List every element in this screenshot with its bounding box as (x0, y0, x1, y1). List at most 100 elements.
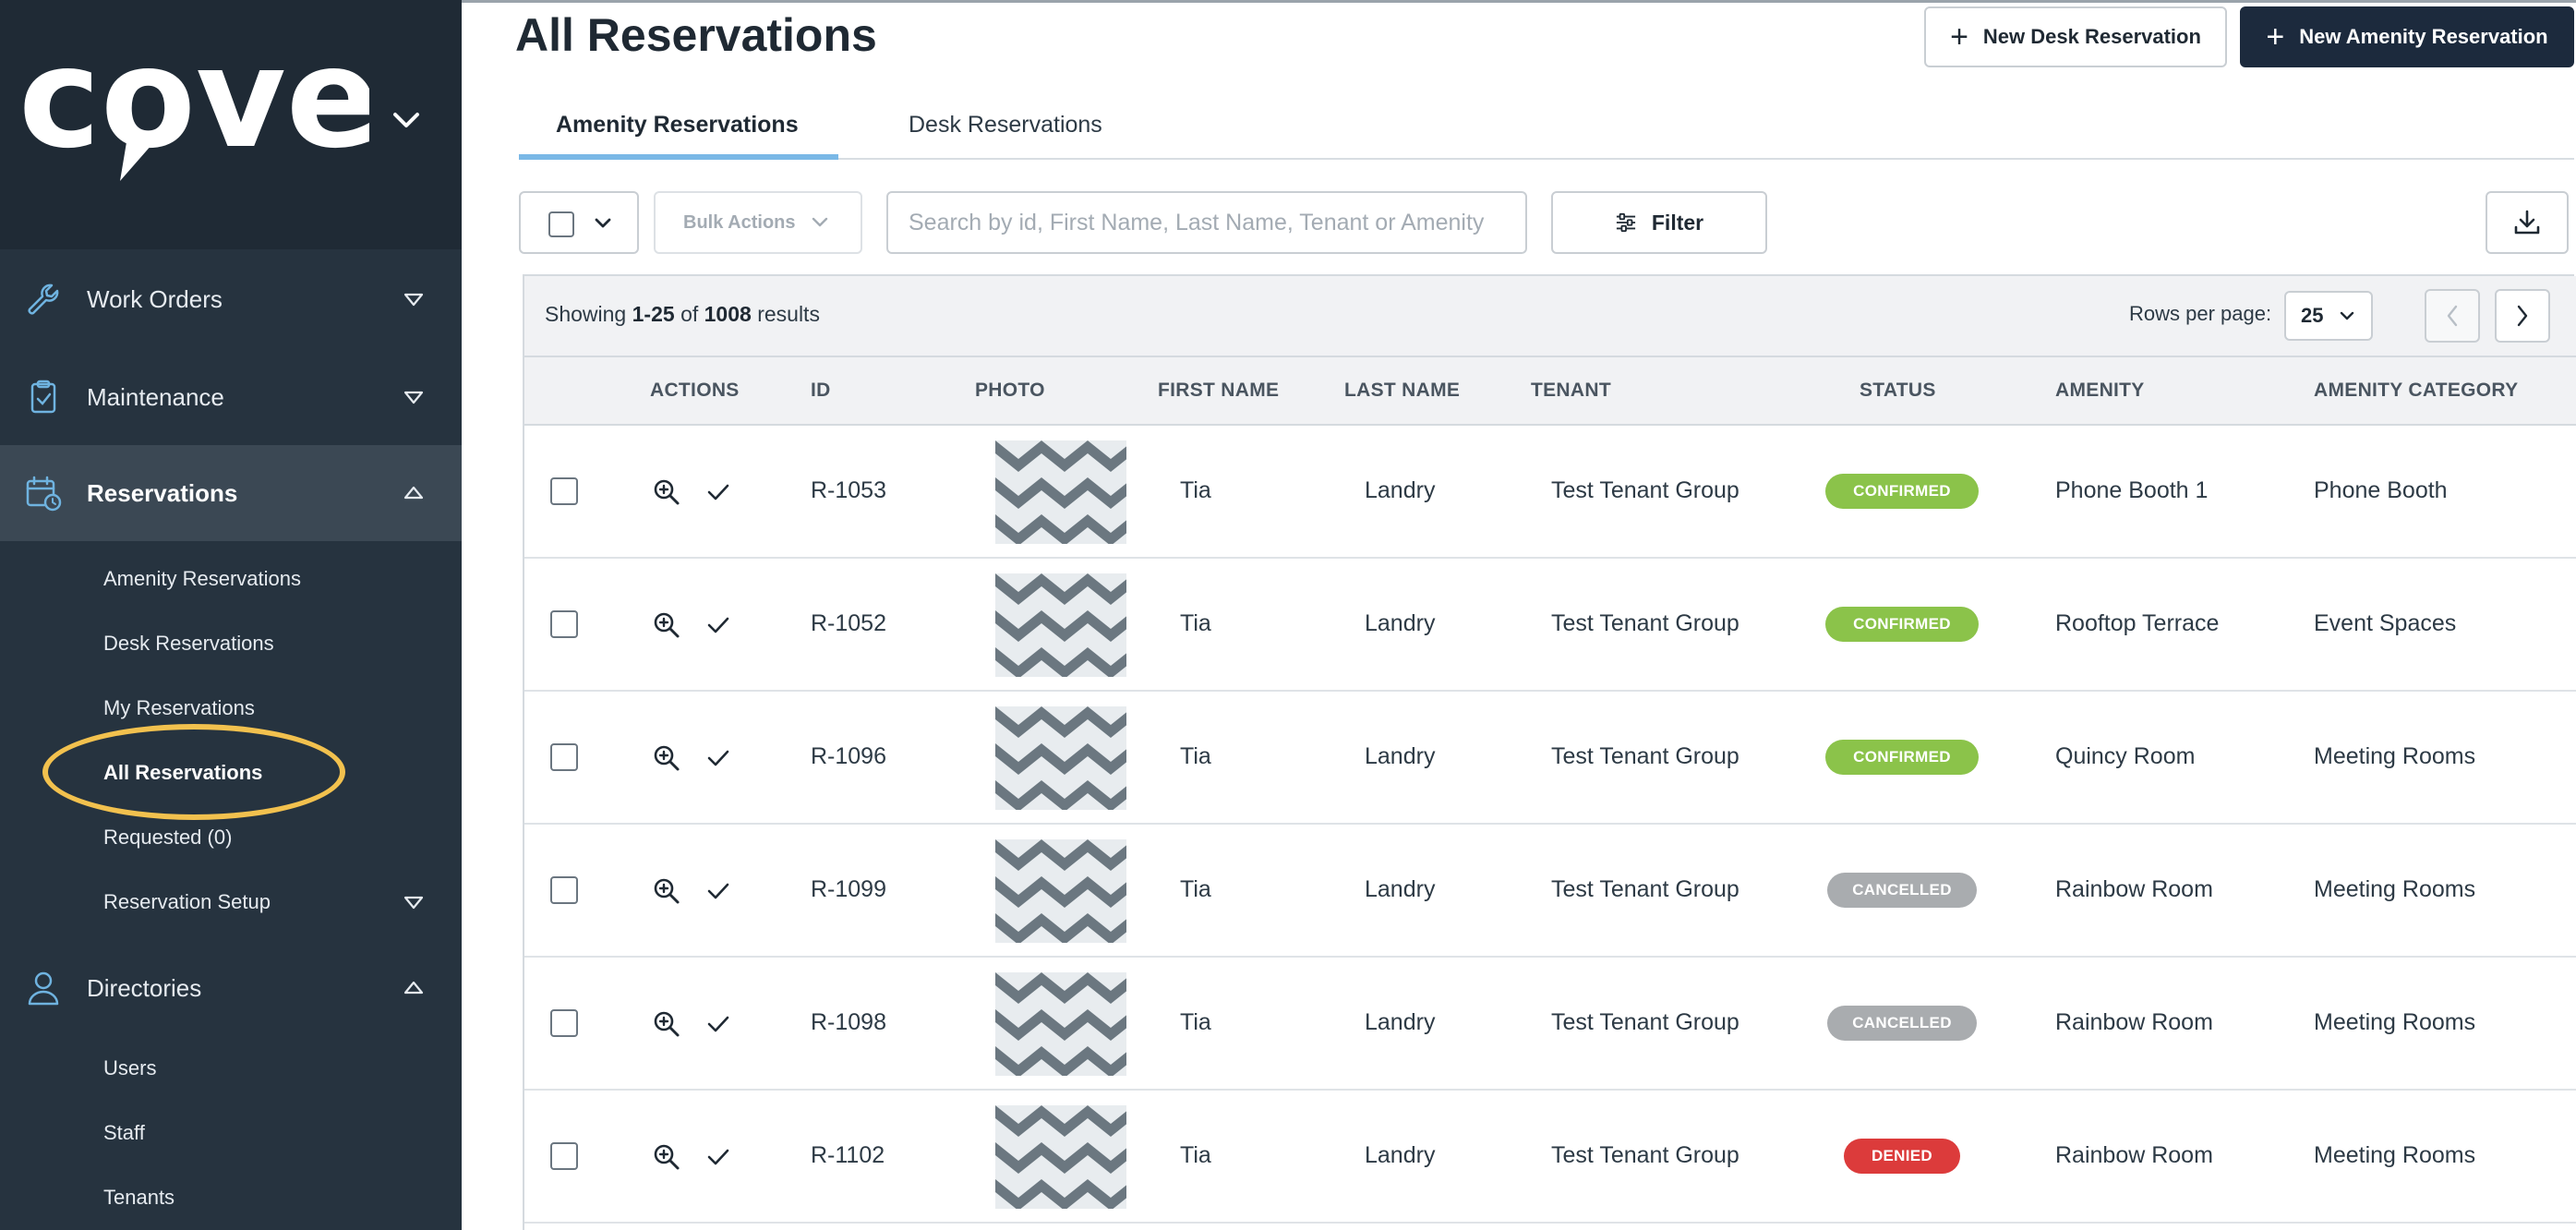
previous-page-button[interactable] (2425, 289, 2480, 343)
check-icon[interactable] (705, 880, 731, 902)
new-desk-reservation-button[interactable]: + New Desk Reservation (1924, 6, 2227, 67)
column-header-photo: PHOTO (975, 380, 1045, 401)
amenity-photo (995, 573, 1126, 677)
row-checkbox[interactable] (550, 610, 578, 638)
sidebar-subitem-users[interactable]: Users (0, 1036, 462, 1101)
cell-last-name: Landry (1365, 610, 1436, 636)
sidebar-subitem-label: Tenants (103, 1186, 175, 1209)
cell-id: R-1099 (811, 876, 886, 902)
cell-tenant: Test Tenant Group (1551, 477, 1739, 503)
sidebar-item-label: Reservations (87, 478, 238, 507)
column-header-last-name[interactable]: LAST NAME (1344, 380, 1460, 402)
column-header-id[interactable]: ID (811, 380, 831, 402)
row-checkbox[interactable] (550, 1009, 578, 1037)
check-icon[interactable] (705, 1146, 731, 1168)
sidebar-subitem-staff[interactable]: Staff (0, 1101, 462, 1165)
zoom-in-icon[interactable] (652, 876, 681, 906)
caret-down-icon[interactable] (403, 388, 425, 406)
brand-header: cove (0, 0, 462, 249)
column-header-amenity-category[interactable]: AMENITY CATEGORY (2314, 380, 2518, 402)
filter-button[interactable]: Filter (1551, 191, 1767, 254)
check-icon[interactable] (705, 747, 731, 769)
user-icon (28, 971, 59, 1006)
cell-amenity-category: Meeting Rooms (2314, 1009, 2476, 1035)
column-header-actions: ACTIONS (650, 380, 740, 401)
column-header-amenity[interactable]: AMENITY (2055, 380, 2145, 402)
sidebar-subitem-desk-reservations[interactable]: Desk Reservations (0, 611, 462, 676)
download-button[interactable] (2486, 191, 2569, 254)
sliders-icon (1616, 212, 1635, 233)
column-header-status[interactable]: STATUS (1860, 380, 1936, 402)
sidebar-item-maintenance[interactable]: Maintenance (0, 349, 462, 445)
row-checkbox[interactable] (550, 477, 578, 505)
caret-down-icon[interactable] (403, 290, 425, 308)
sidebar-item-work-orders[interactable]: Work Orders (0, 249, 462, 349)
select-all-checkbox[interactable] (548, 211, 574, 237)
zoom-in-icon[interactable] (652, 743, 681, 773)
chevron-down-icon (2341, 311, 2354, 320)
sidebar-subitem-requested[interactable]: Requested (0) (0, 805, 462, 870)
caret-up-icon[interactable] (403, 484, 425, 502)
next-page-button[interactable] (2495, 289, 2550, 343)
search-input[interactable] (886, 191, 1527, 254)
rows-per-page-select[interactable]: 25 (2284, 291, 2373, 341)
sidebar: cove Work Orders Maintenance Reservation… (0, 0, 462, 1230)
sidebar-subitem-all-reservations[interactable]: All Reservations (0, 724, 462, 820)
rows-per-page-label: Rows per page: (2129, 302, 2272, 325)
zoom-in-icon[interactable] (652, 477, 681, 507)
check-icon[interactable] (705, 1013, 731, 1035)
sidebar-subitem-amenity-reservations[interactable]: Amenity Reservations (0, 547, 462, 611)
new-desk-reservation-label: New Desk Reservation (1982, 25, 2201, 48)
cell-first-name: Tia (1180, 743, 1211, 769)
cove-logo[interactable]: cove (18, 26, 369, 192)
check-icon[interactable] (705, 614, 731, 636)
bulk-actions-label: Bulk Actions (683, 211, 796, 233)
sidebar-subitem-label: Reservation Setup (103, 890, 271, 913)
table-row[interactable]: R-1098 Tia Landry Test Tenant Group CANC… (524, 958, 2576, 1091)
cell-amenity: Rainbow Room (2055, 876, 2213, 902)
table-row[interactable]: R-1053 Tia Landry Test Tenant Group CONF… (524, 426, 2576, 559)
cell-amenity-category: Event Spaces (2314, 610, 2457, 636)
tab-amenity-reservations[interactable]: Amenity Reservations (556, 112, 799, 139)
sidebar-subitem-my-reservations[interactable]: My Reservations (0, 676, 462, 741)
table-summary-bar: Showing 1-25 of 1008 results Rows per pa… (524, 276, 2576, 357)
cell-amenity-category: Meeting Rooms (2314, 876, 2476, 902)
table-row[interactable]: R-1096 Tia Landry Test Tenant Group CONF… (524, 692, 2576, 825)
chevron-down-icon[interactable] (388, 107, 425, 135)
sidebar-item-reservations[interactable]: Reservations (0, 445, 462, 541)
column-header-tenant[interactable]: TENANT (1531, 380, 1611, 402)
sidebar-subitem-label: All Reservations (103, 761, 263, 784)
sidebar-nav: Work Orders Maintenance Reservations Ame… (0, 249, 462, 1230)
sidebar-subitem-reservation-setup[interactable]: Reservation Setup (0, 870, 462, 935)
table-row[interactable]: R-1052 Tia Landry Test Tenant Group CONF… (524, 559, 2576, 692)
page-title: All Reservations (515, 9, 877, 61)
table-row[interactable]: R-1099 Tia Landry Test Tenant Group CANC… (524, 825, 2576, 958)
sidebar-subitem-tenants[interactable]: Tenants (0, 1165, 462, 1230)
sidebar-subitem-label: My Reservations (103, 696, 255, 719)
tab-desk-reservations[interactable]: Desk Reservations (909, 112, 1102, 139)
amenity-photo (995, 1105, 1126, 1209)
caret-up-icon[interactable] (403, 979, 425, 997)
caret-down-icon[interactable] (403, 893, 425, 911)
table-row[interactable]: R-1102 Tia Landry Test Tenant Group DENI… (524, 1091, 2576, 1224)
zoom-in-icon[interactable] (652, 1142, 681, 1172)
cell-tenant: Test Tenant Group (1551, 610, 1739, 636)
zoom-in-icon[interactable] (652, 610, 681, 640)
cell-tenant: Test Tenant Group (1551, 876, 1739, 902)
active-tab-indicator (519, 154, 838, 160)
bulk-actions-dropdown[interactable]: Bulk Actions (654, 191, 862, 254)
sidebar-item-directories[interactable]: Directories (0, 940, 462, 1036)
check-icon[interactable] (705, 481, 731, 503)
row-checkbox[interactable] (550, 743, 578, 771)
new-amenity-reservation-label: New Amenity Reservation (2299, 25, 2548, 48)
select-all-dropdown[interactable] (519, 191, 639, 254)
main-content: All Reservations + New Desk Reservation … (462, 0, 2576, 1230)
cell-first-name: Tia (1180, 1142, 1211, 1168)
new-amenity-reservation-button[interactable]: + New Amenity Reservation (2240, 6, 2574, 67)
zoom-in-icon[interactable] (652, 1009, 681, 1039)
row-checkbox[interactable] (550, 876, 578, 904)
row-checkbox[interactable] (550, 1142, 578, 1170)
status-badge: CANCELLED (1827, 873, 1977, 908)
chevron-right-icon (2517, 305, 2528, 327)
column-header-first-name[interactable]: FIRST NAME (1158, 380, 1279, 402)
